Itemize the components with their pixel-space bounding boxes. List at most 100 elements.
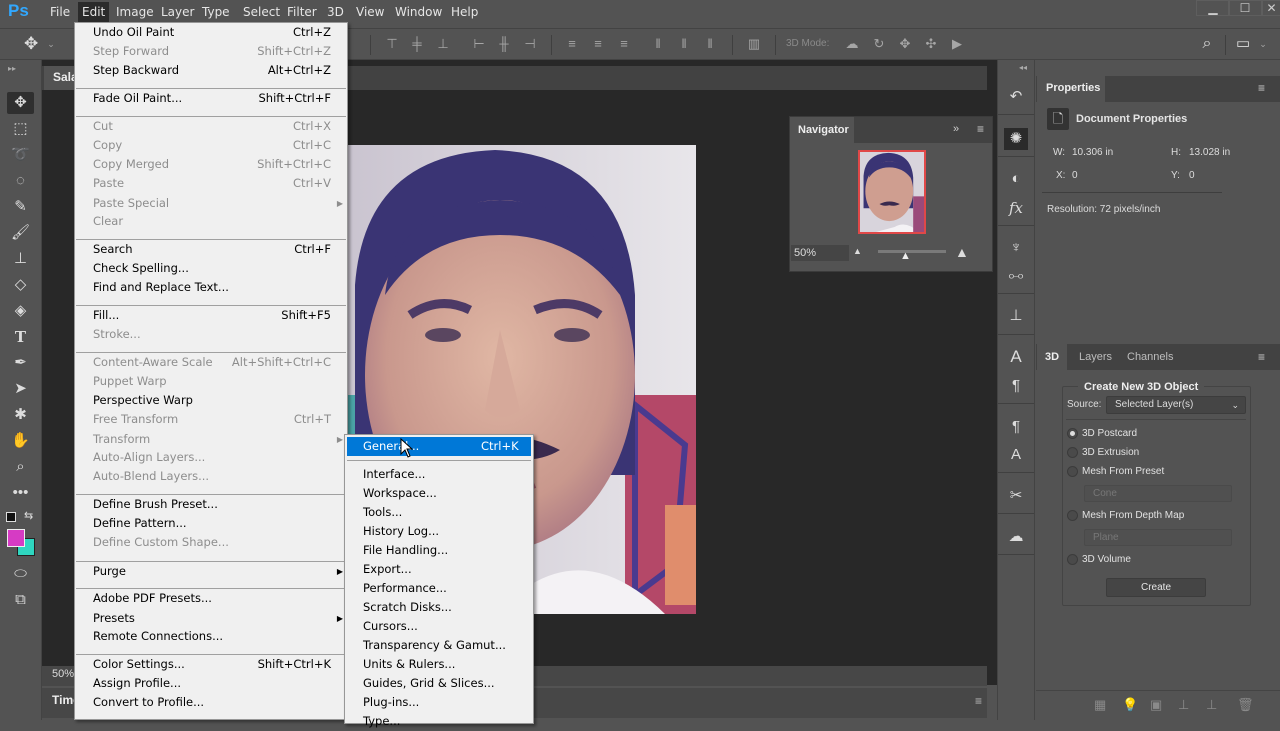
edit-menu-item-cut[interactable]: Cut Ctrl+X: [93, 117, 331, 136]
align-hcenter-icon[interactable]: ╫: [497, 37, 511, 51]
edit-menu-item-assign-profile[interactable]: Assign Profile...: [93, 674, 331, 693]
workspace-icon[interactable]: ▭: [1236, 36, 1250, 51]
foreground-color-swatch[interactable]: [7, 529, 25, 547]
distribute-bottom-icon[interactable]: ≡: [617, 37, 631, 51]
distribute-hcenter-icon[interactable]: ‖: [677, 37, 691, 51]
auto-align-icon[interactable]: ▥: [747, 37, 761, 51]
menu-help[interactable]: Help: [447, 2, 482, 22]
type-tool-icon[interactable]: T: [7, 326, 34, 348]
tab-3d[interactable]: 3D: [1037, 344, 1068, 370]
paint-bucket-tool-icon[interactable]: ◈: [7, 300, 34, 322]
history-icon[interactable]: ↶: [1004, 86, 1028, 108]
tab-layers[interactable]: Layers: [1071, 344, 1120, 370]
preferences-item-history-log[interactable]: History Log...: [363, 522, 439, 541]
edit-menu-item-perspective-warp[interactable]: Perspective Warp: [93, 391, 331, 410]
radio-3d-postcard[interactable]: [1067, 428, 1078, 439]
lasso-tool-icon[interactable]: ➰: [7, 144, 34, 166]
create-button[interactable]: Create: [1106, 578, 1206, 597]
3d-panel-icon[interactable]: ✺: [1004, 128, 1028, 150]
edit-menu-item-search[interactable]: Search Ctrl+F: [93, 240, 331, 259]
source-select[interactable]: Selected Layer(s) ⌄: [1106, 396, 1246, 414]
preferences-item-export[interactable]: Export...: [363, 560, 412, 579]
trash-icon[interactable]: 🗑: [1237, 697, 1254, 713]
filter-scene-icon[interactable]: ▦: [1094, 697, 1106, 713]
preferences-item-performance[interactable]: Performance...: [363, 579, 447, 598]
screen-mode-icon[interactable]: ⧉: [7, 589, 34, 611]
minimize-button[interactable]: ▁: [1196, 0, 1230, 16]
align-right-icon[interactable]: ⊣: [523, 37, 537, 51]
swap-colors-icon[interactable]: ⇆: [24, 509, 33, 522]
slider-handle[interactable]: ▲: [900, 250, 911, 262]
preferences-item-guides-grid-slices[interactable]: Guides, Grid & Slices...: [363, 674, 495, 693]
x-value[interactable]: 0: [1072, 170, 1078, 181]
align-vcenter-icon[interactable]: ╪: [410, 37, 424, 51]
radio-3d-volume[interactable]: [1067, 554, 1078, 565]
zoom-tool-icon[interactable]: ⌕: [7, 456, 34, 478]
libraries-icon[interactable]: ☁: [1004, 526, 1028, 548]
edit-menu-item-auto-blend-layers[interactable]: Auto-Blend Layers...: [93, 467, 331, 486]
light-icon[interactable]: 💡: [1122, 697, 1138, 713]
render-icon[interactable]: ▣: [1150, 697, 1162, 713]
align-left-icon[interactable]: ⊢: [472, 37, 486, 51]
edit-menu-item-purge[interactable]: Purge ▶: [93, 562, 343, 581]
edit-menu-item-content-aware-scale[interactable]: Content-Aware Scale Alt+Shift+Ctrl+C: [93, 353, 331, 372]
move-icon[interactable]: ✥: [24, 35, 38, 52]
edit-menu-item-define-brush-preset[interactable]: Define Brush Preset...: [93, 495, 331, 514]
preferences-item-general[interactable]: General... Ctrl+K: [363, 437, 519, 456]
styles-icon[interactable]: fx: [1004, 197, 1028, 219]
move-to-ground-icon[interactable]: ⊥: [1178, 697, 1189, 713]
edit-menu-item-step-backward[interactable]: Step Backward Alt+Ctrl+Z: [93, 61, 331, 80]
paragraph-icon[interactable]: ¶: [1004, 375, 1028, 397]
brushes-icon[interactable]: ♆: [1004, 237, 1028, 259]
menu-file[interactable]: File: [46, 2, 74, 22]
width-value[interactable]: 10.306 in: [1072, 147, 1113, 158]
edit-menu-item-color-settings[interactable]: Color Settings... Shift+Ctrl+K: [93, 655, 331, 674]
default-colors-icon[interactable]: [6, 512, 16, 522]
navigator-tab[interactable]: Navigator: [790, 117, 854, 143]
tab-channels[interactable]: Channels: [1119, 344, 1181, 370]
close-button[interactable]: ✕: [1262, 0, 1280, 16]
radio-3d-extrusion[interactable]: [1067, 447, 1078, 458]
edit-menu-item-copy[interactable]: Copy Ctrl+C: [93, 136, 331, 155]
chevron-down-icon[interactable]: ⌄: [1256, 37, 1270, 51]
character-styles-icon[interactable]: A: [1004, 444, 1028, 466]
edit-menu-item-fade-oil-paint[interactable]: Fade Oil Paint... Shift+Ctrl+F: [93, 89, 331, 108]
preferences-item-cursors[interactable]: Cursors...: [363, 617, 418, 636]
preferences-item-workspace[interactable]: Workspace...: [363, 484, 437, 503]
properties-tab[interactable]: Properties: [1037, 76, 1105, 102]
height-value[interactable]: 13.028 in: [1189, 147, 1230, 158]
edit-menu-item-convert-to-profile[interactable]: Convert to Profile...: [93, 693, 331, 712]
move-tool-icon[interactable]: ✥: [7, 92, 34, 114]
menu-layer[interactable]: Layer: [157, 2, 198, 22]
preferences-item-file-handling[interactable]: File Handling...: [363, 541, 448, 560]
edit-menu-item-remote-connections[interactable]: Remote Connections...: [93, 627, 331, 646]
custom-shape-tool-icon[interactable]: ✱: [7, 404, 34, 426]
preferences-item-tools[interactable]: Tools...: [363, 503, 402, 522]
menu-image[interactable]: Image: [112, 2, 158, 22]
edit-menu-item-define-pattern[interactable]: Define Pattern...: [93, 514, 331, 533]
edit-menu-item-puppet-warp[interactable]: Puppet Warp: [93, 372, 331, 391]
collapse-panel-icon[interactable]: »: [953, 123, 959, 135]
align-top-icon[interactable]: ⊤: [385, 37, 399, 51]
brush-tool-icon[interactable]: 🖌: [7, 222, 34, 244]
edit-menu-item-step-forward[interactable]: Step Forward Shift+Ctrl+Z: [93, 42, 331, 61]
distribute-top-icon[interactable]: ≡: [565, 37, 579, 51]
edit-menu-item-define-custom-shape[interactable]: Define Custom Shape...: [93, 533, 331, 552]
edit-menu-item-clear[interactable]: Clear: [93, 212, 331, 231]
edit-menu-item-undo-oil-paint[interactable]: Undo Oil Paint Ctrl+Z: [93, 23, 331, 42]
maximize-button[interactable]: ☐: [1228, 0, 1262, 16]
navigator-zoom-field[interactable]: 50%: [791, 245, 849, 261]
preferences-item-interface[interactable]: Interface...: [363, 465, 425, 484]
zoom-level-field[interactable]: 50%: [52, 668, 74, 680]
menu-3d[interactable]: 3D: [323, 2, 348, 22]
3d-pan-icon[interactable]: ✥: [898, 37, 912, 51]
edit-menu-item-presets[interactable]: Presets ▶: [93, 609, 343, 628]
quick-selection-tool-icon[interactable]: ◌: [7, 170, 34, 192]
distribute-right-icon[interactable]: ‖: [703, 37, 717, 51]
eraser-tool-icon[interactable]: ◇: [7, 274, 34, 296]
menu-edit[interactable]: Edit: [78, 2, 110, 22]
preferences-item-transparency-gamut[interactable]: Transparency & Gamut...: [363, 636, 506, 655]
preferences-item-type[interactable]: Type...: [363, 712, 400, 731]
edit-menu-item-paste[interactable]: Paste Ctrl+V: [93, 174, 331, 193]
3d-slide-icon[interactable]: ✣: [924, 37, 938, 51]
